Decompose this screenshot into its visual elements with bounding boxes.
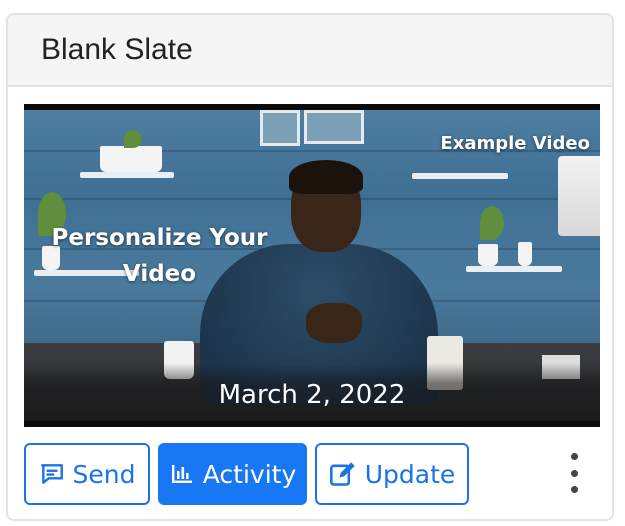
- activity-button[interactable]: Activity: [158, 443, 307, 505]
- video-card: Blank Slate Example Video Personalize Yo…: [6, 13, 614, 521]
- video-thumbnail[interactable]: Example Video Personalize Your Video Mar…: [24, 104, 600, 427]
- plant-pot: [100, 146, 162, 172]
- headline-line-2: Video: [122, 261, 197, 287]
- edit-icon: [329, 460, 357, 488]
- bar-chart-icon: [169, 462, 195, 486]
- wall-shelf: [412, 173, 508, 179]
- card-actions: Send Activity Update: [24, 443, 596, 505]
- activity-button-label: Activity: [202, 459, 297, 489]
- presenter-hair: [289, 160, 363, 194]
- message-icon: [39, 461, 65, 487]
- wall-frame: [304, 110, 364, 144]
- send-button[interactable]: Send: [24, 443, 150, 505]
- plant-pot: [518, 242, 532, 266]
- send-button-label: Send: [72, 459, 136, 489]
- menu-dot: [570, 453, 578, 460]
- floor-lamp: [558, 156, 600, 236]
- wall-shelf: [80, 172, 174, 178]
- card-header: Blank Slate: [8, 15, 612, 87]
- kebab-menu-icon[interactable]: [564, 453, 584, 493]
- presenter-hands: [306, 303, 362, 343]
- wall-shelf: [466, 266, 562, 272]
- menu-dot: [570, 486, 578, 493]
- video-overlay-label: Example Video: [440, 133, 590, 154]
- plant-leaf: [480, 206, 504, 240]
- plant-leaf: [124, 130, 142, 148]
- update-button-label: Update: [364, 459, 456, 489]
- video-overlay-headline: Personalize Your Video: [42, 220, 277, 292]
- menu-dot: [570, 469, 578, 477]
- update-button[interactable]: Update: [315, 443, 469, 505]
- card-title: Blank Slate: [41, 33, 193, 66]
- video-date: March 2, 2022: [218, 380, 406, 410]
- headline-line-1: Personalize Your: [51, 225, 268, 251]
- wall-frame: [260, 110, 300, 146]
- plant-pot: [478, 244, 498, 266]
